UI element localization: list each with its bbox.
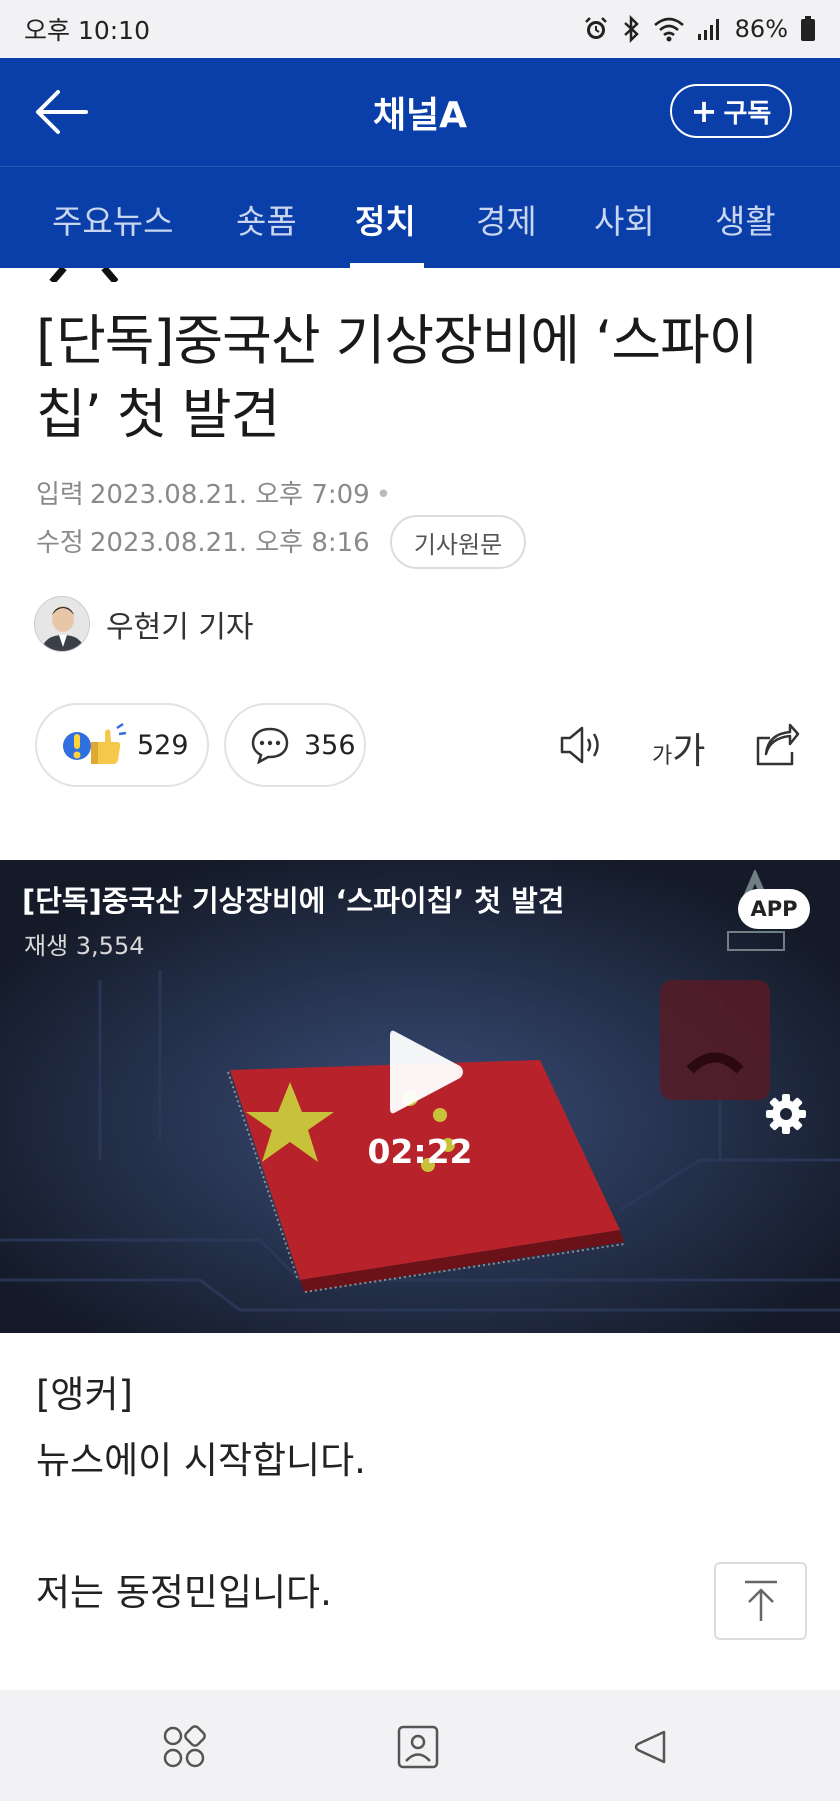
meta-separator: • bbox=[375, 480, 392, 510]
app-badge[interactable]: APP bbox=[738, 889, 810, 929]
plus-icon: + bbox=[690, 92, 718, 130]
subscribe-label: 구독 bbox=[723, 98, 772, 129]
article-headline: [단독]중국산 기상장비에 ‘스파이칩’ 첫 발견 bbox=[36, 309, 758, 446]
active-tab-indicator bbox=[350, 263, 424, 268]
video-views: 재생 3,554 bbox=[24, 932, 145, 960]
tab-society[interactable]: 사회 bbox=[594, 195, 655, 243]
tab-economy[interactable]: 경제 bbox=[476, 195, 537, 243]
tab-politics[interactable]: 정치 bbox=[355, 195, 416, 243]
alarm-icon bbox=[584, 17, 607, 39]
settings-icon[interactable] bbox=[764, 1092, 808, 1136]
scroll-to-top-button[interactable] bbox=[714, 1562, 807, 1640]
wifi-icon bbox=[653, 17, 684, 42]
author-info[interactable]: 우현기 기자 bbox=[34, 596, 254, 652]
author-name: 우현기 기자 bbox=[106, 610, 254, 645]
subscribe-button[interactable]: + 구독 bbox=[670, 84, 792, 138]
video-duration: 02:22 bbox=[367, 1132, 473, 1171]
body-text-line: 저는 동정민입니다. bbox=[36, 1571, 332, 1614]
home-icon[interactable] bbox=[395, 1724, 441, 1770]
system-nav-bar bbox=[0, 1690, 840, 1801]
tab-life[interactable]: 생활 bbox=[715, 195, 776, 243]
edit-datetime: 2023.08.21. 오후 8:16 bbox=[89, 528, 370, 558]
input-label: 입력 bbox=[36, 480, 84, 510]
scroll-top-icon bbox=[744, 1580, 777, 1621]
status-bar: 오후 10:10 86% bbox=[0, 0, 840, 58]
comment-icon bbox=[251, 727, 289, 764]
tab-shorts[interactable]: 숏폼 bbox=[236, 195, 297, 243]
share-icon[interactable] bbox=[752, 722, 800, 768]
font-size-big: 가 bbox=[672, 731, 706, 772]
article-input-date: 입력 2023.08.21. 오후 7:09 • bbox=[36, 474, 391, 511]
status-icons: 86% bbox=[583, 15, 816, 43]
like-reaction-icon bbox=[63, 722, 127, 764]
channel-logo-clipped bbox=[49, 268, 118, 282]
original-article-button[interactable]: 기사원문 bbox=[390, 515, 526, 569]
body-text-anchor: [앵커] bbox=[36, 1373, 133, 1416]
category-tabs: 주요뉴스 숏폼 정치 경제 사회 생활 bbox=[0, 166, 840, 268]
article-edit-date: 수정 2023.08.21. 오후 8:16 bbox=[36, 522, 370, 559]
recent-apps-icon[interactable] bbox=[161, 1724, 207, 1770]
bluetooth-icon bbox=[623, 15, 639, 43]
comment-button[interactable]: 356 bbox=[224, 703, 366, 787]
status-time: 오후 10:10 bbox=[24, 16, 150, 45]
tab-main-news[interactable]: 주요뉴스 bbox=[52, 195, 173, 243]
app-bar: 채널A + 구독 bbox=[0, 58, 840, 166]
like-count: 529 bbox=[137, 729, 189, 761]
like-reaction-button[interactable]: 529 bbox=[35, 703, 209, 787]
back-icon[interactable] bbox=[630, 1724, 676, 1770]
comment-count: 356 bbox=[304, 729, 356, 761]
avatar bbox=[34, 596, 90, 652]
video-player[interactable]: [단독]중국산 기상장비에 ‘스파이칩’ 첫 발견 재생 3,554 APP 0… bbox=[0, 860, 840, 1333]
speaker-icon[interactable] bbox=[558, 722, 606, 768]
play-icon[interactable] bbox=[380, 1022, 470, 1122]
battery-level: 86% bbox=[734, 15, 788, 43]
signal-icon bbox=[697, 19, 719, 40]
font-size-button[interactable]: 가가 bbox=[652, 722, 705, 774]
edit-label: 수정 bbox=[36, 528, 84, 558]
body-text-line: 뉴스에이 시작합니다. bbox=[36, 1439, 366, 1482]
input-datetime: 2023.08.21. 오후 7:09 bbox=[89, 480, 370, 510]
video-title: [단독]중국산 기상장비에 ‘스파이칩’ 첫 발견 bbox=[22, 884, 565, 918]
font-size-small: 가 bbox=[652, 744, 673, 769]
battery-icon bbox=[801, 16, 815, 41]
